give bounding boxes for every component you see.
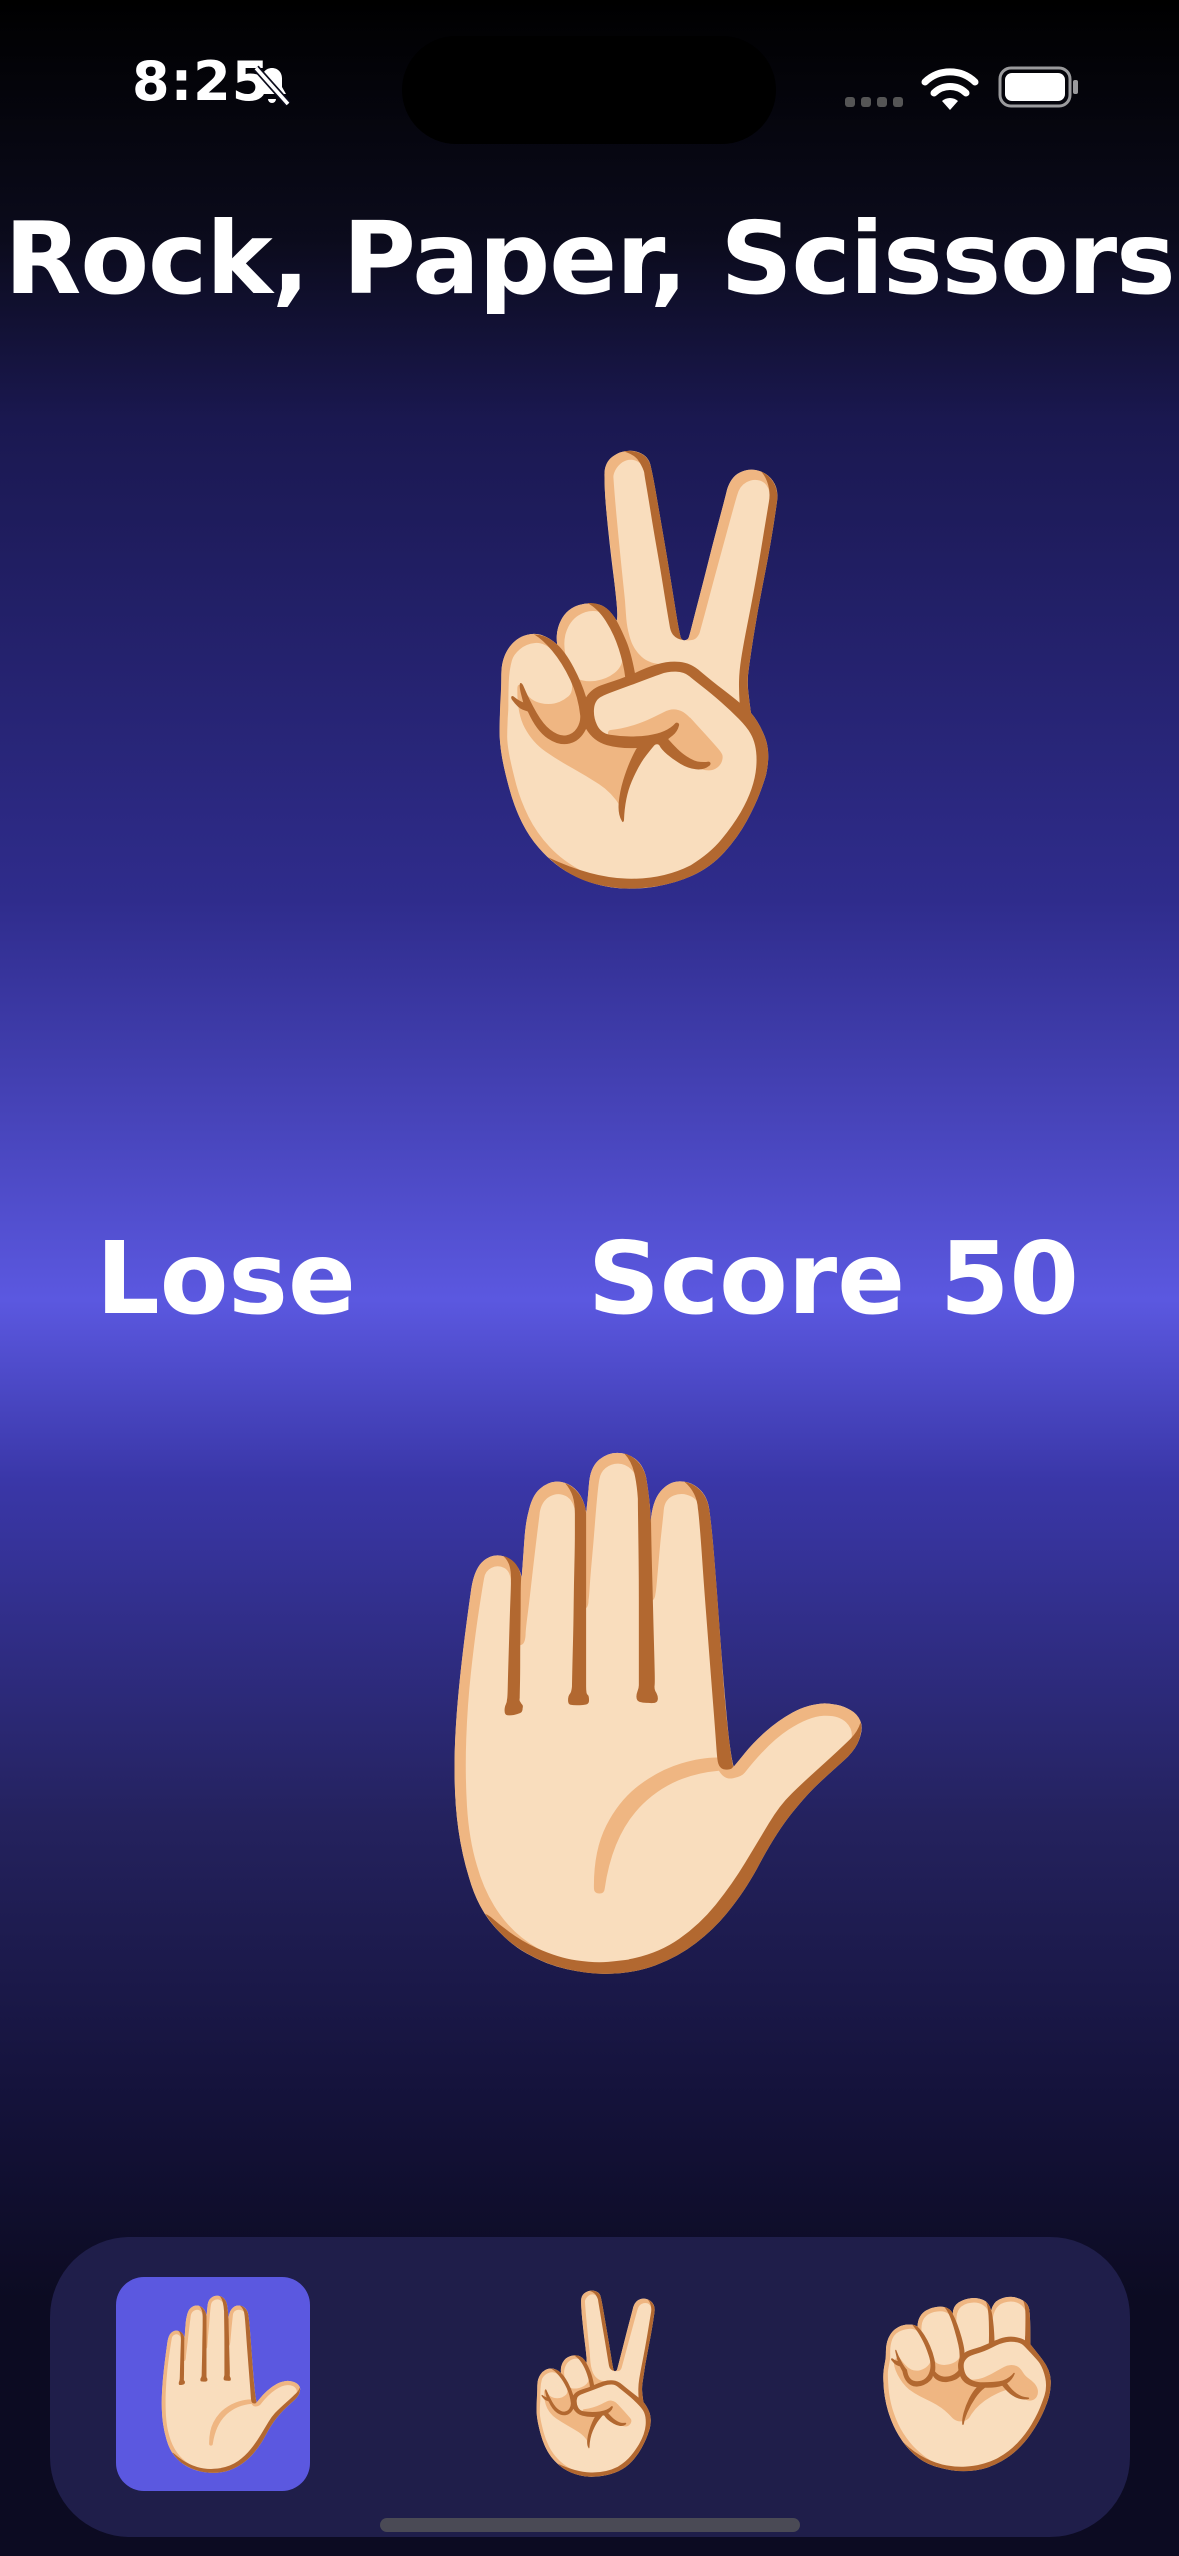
- player-choice: ✋🏻: [320, 1419, 943, 2001]
- home-indicator[interactable]: [380, 2518, 800, 2532]
- battery-icon: [998, 66, 1078, 108]
- choice-tray: ✋🏻 ✌🏻 ✊🏻: [50, 2237, 1130, 2537]
- opponent-choice: ✌🏻: [390, 437, 889, 902]
- bell-slash-icon: [253, 65, 291, 107]
- cellular-signal-icon: [845, 97, 903, 107]
- wifi-icon: [921, 68, 979, 110]
- score-label: Score 50: [587, 1220, 1079, 1337]
- rock-button[interactable]: ✊🏻: [860, 2277, 1072, 2491]
- dynamic-island: [402, 36, 776, 144]
- page-title: Rock, Paper, Scissors: [4, 200, 1175, 317]
- round-result: Lose: [96, 1220, 356, 1337]
- scissors-button[interactable]: ✌🏻: [490, 2277, 702, 2491]
- status-bar: 8:25: [0, 0, 1179, 170]
- paper-button[interactable]: ✋🏻: [116, 2277, 328, 2491]
